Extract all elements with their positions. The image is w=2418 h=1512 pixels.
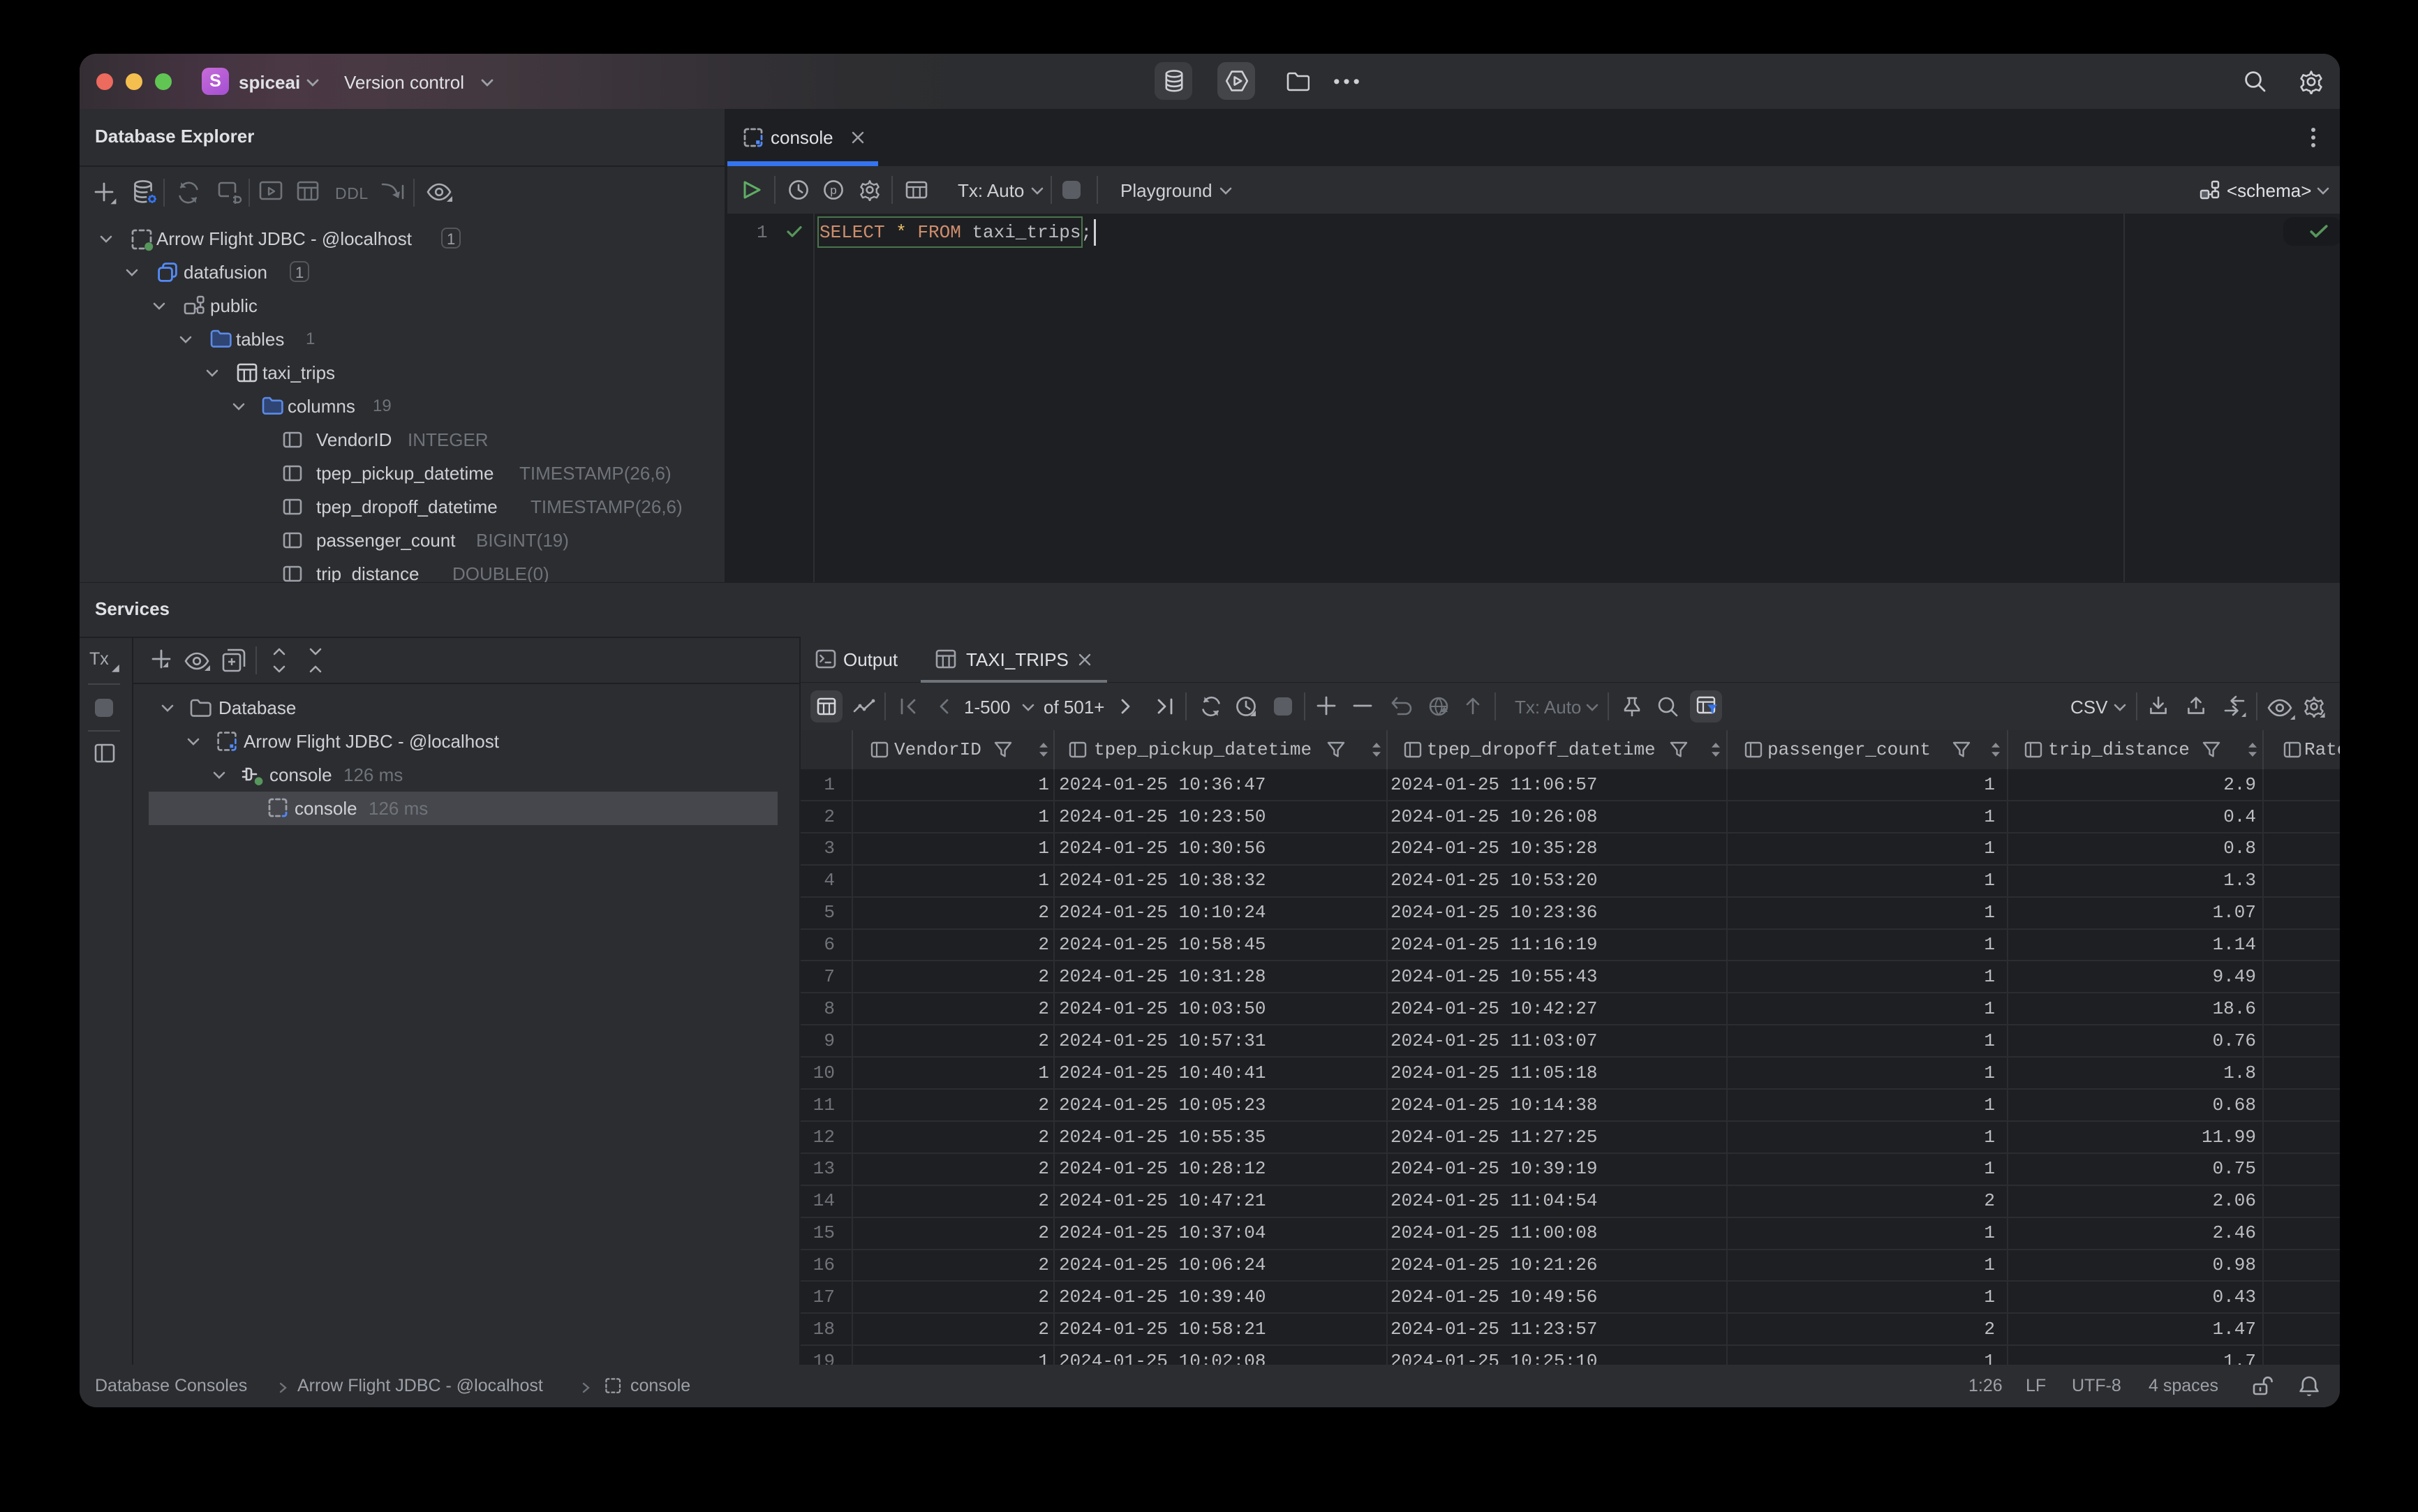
svg-text:p: p bbox=[830, 184, 836, 197]
